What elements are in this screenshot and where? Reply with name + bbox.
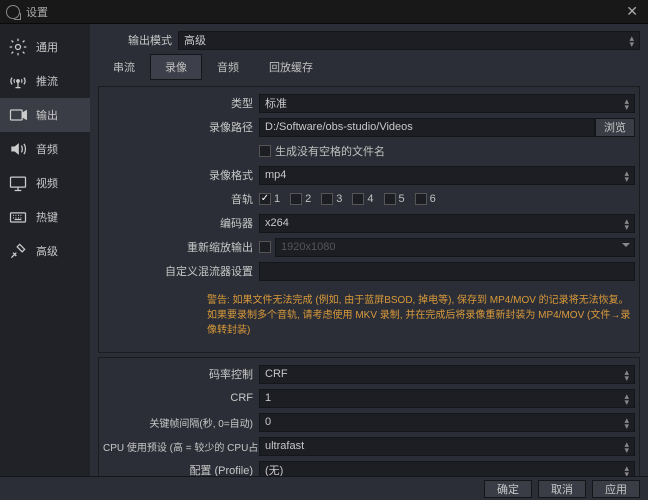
sidebar-label: 通用 bbox=[36, 39, 58, 55]
format-label: 录像格式 bbox=[103, 167, 259, 183]
browse-button[interactable]: 浏览 bbox=[595, 118, 635, 137]
sidebar-item-general[interactable]: 通用 bbox=[0, 30, 90, 64]
updown-icon: ▴▾ bbox=[624, 369, 629, 381]
updown-icon: ▴▾ bbox=[624, 441, 629, 453]
track-4-checkbox[interactable] bbox=[352, 193, 364, 205]
profile-select[interactable]: (无)▴▾ bbox=[259, 461, 635, 477]
sidebar-label: 输出 bbox=[36, 107, 58, 123]
main-panel: 输出模式 高级▴▾ 串流 录像 音频 回放缓存 类型 标准▴▾ 录像路径 D:/… bbox=[90, 24, 648, 476]
rescale-checkbox[interactable] bbox=[259, 241, 271, 253]
tab-replay[interactable]: 回放缓存 bbox=[254, 54, 328, 80]
sidebar-item-stream[interactable]: 推流 bbox=[0, 64, 90, 98]
track-1-checkbox[interactable] bbox=[259, 193, 271, 205]
path-label: 录像路径 bbox=[103, 119, 259, 135]
updown-icon: ▴▾ bbox=[624, 417, 629, 429]
preset-select[interactable]: ultrafast▴▾ bbox=[259, 437, 635, 456]
titlebar: 设置 ✕ bbox=[0, 0, 648, 24]
type-label: 类型 bbox=[103, 95, 259, 111]
keyframe-label: 关键帧间隔(秒, 0=自动) bbox=[103, 415, 259, 430]
sidebar: 通用 推流 输出 音频 视频 热键 高级 bbox=[0, 24, 90, 476]
encoder-group: 码率控制 CRF▴▾ CRF 1▴▾ 关键帧间隔(秒, 0=自动) 0▴▾ CP… bbox=[98, 357, 640, 476]
sidebar-item-video[interactable]: 视频 bbox=[0, 166, 90, 200]
sidebar-label: 音频 bbox=[36, 141, 58, 157]
gear-icon bbox=[8, 37, 28, 57]
keyframe-input[interactable]: 0▴▾ bbox=[259, 413, 635, 432]
track-5-checkbox[interactable] bbox=[384, 193, 396, 205]
ok-button[interactable]: 确定 bbox=[484, 480, 532, 498]
track-6-checkbox[interactable] bbox=[415, 193, 427, 205]
nospace-checkbox[interactable] bbox=[259, 145, 271, 157]
nospace-label: 生成没有空格的文件名 bbox=[275, 143, 385, 159]
sidebar-label: 高级 bbox=[36, 243, 58, 259]
sidebar-label: 视频 bbox=[36, 175, 58, 191]
profile-label: 配置 (Profile) bbox=[103, 462, 259, 476]
type-select[interactable]: 标准▴▾ bbox=[259, 94, 635, 113]
close-icon[interactable]: ✕ bbox=[622, 3, 642, 20]
updown-icon: ▴▾ bbox=[629, 35, 634, 47]
tracks-label: 音轨 bbox=[103, 191, 259, 207]
antenna-icon bbox=[8, 71, 28, 91]
record-group: 类型 标准▴▾ 录像路径 D:/Software/obs-studio/Vide… bbox=[98, 86, 640, 353]
window-title: 设置 bbox=[26, 4, 622, 20]
rescale-label: 重新缩放输出 bbox=[103, 239, 259, 255]
encoder-select[interactable]: x264▴▾ bbox=[259, 214, 635, 233]
cancel-button[interactable]: 取消 bbox=[538, 480, 586, 498]
chevron-down-icon bbox=[622, 243, 630, 247]
tab-audio[interactable]: 音频 bbox=[202, 54, 254, 80]
keyboard-icon bbox=[8, 207, 28, 227]
output-icon bbox=[8, 105, 28, 125]
app-icon bbox=[6, 5, 20, 19]
rescale-select[interactable]: 1920x1080 bbox=[275, 238, 635, 257]
sidebar-item-output[interactable]: 输出 bbox=[0, 98, 90, 132]
track-3-checkbox[interactable] bbox=[321, 193, 333, 205]
sidebar-label: 热键 bbox=[36, 209, 58, 225]
rate-label: 码率控制 bbox=[103, 366, 259, 382]
updown-icon: ▴▾ bbox=[624, 170, 629, 182]
apply-button[interactable]: 应用 bbox=[592, 480, 640, 498]
warning-text: 警告: 如果文件无法完成 (例如, 由于蓝屏BSOD, 掉电等), 保存到 MP… bbox=[203, 285, 635, 346]
path-input[interactable]: D:/Software/obs-studio/Videos bbox=[259, 118, 595, 137]
preset-label: CPU 使用预设 (高 = 较少的 CPU占用) bbox=[103, 439, 259, 454]
encoder-label: 编码器 bbox=[103, 215, 259, 231]
output-tabs: 串流 录像 音频 回放缓存 bbox=[98, 54, 640, 80]
output-mode-label: 输出模式 bbox=[98, 32, 178, 48]
output-mode-select[interactable]: 高级▴▾ bbox=[178, 31, 640, 50]
crf-input[interactable]: 1▴▾ bbox=[259, 389, 635, 408]
crf-label: CRF bbox=[103, 392, 259, 404]
rate-select[interactable]: CRF▴▾ bbox=[259, 365, 635, 384]
updown-icon: ▴▾ bbox=[624, 98, 629, 110]
sidebar-item-advanced[interactable]: 高级 bbox=[0, 234, 90, 268]
muxer-label: 自定义混流器设置 bbox=[103, 263, 259, 279]
muxer-input[interactable] bbox=[259, 262, 635, 281]
speaker-icon bbox=[8, 139, 28, 159]
footer: 确定 取消 应用 bbox=[0, 476, 648, 500]
tab-stream[interactable]: 串流 bbox=[98, 54, 150, 80]
updown-icon: ▴▾ bbox=[624, 218, 629, 230]
format-select[interactable]: mp4▴▾ bbox=[259, 166, 635, 185]
monitor-icon bbox=[8, 173, 28, 193]
sidebar-item-hotkeys[interactable]: 热键 bbox=[0, 200, 90, 234]
track-2-checkbox[interactable] bbox=[290, 193, 302, 205]
sidebar-label: 推流 bbox=[36, 73, 58, 89]
tools-icon bbox=[8, 241, 28, 261]
tab-record[interactable]: 录像 bbox=[150, 54, 202, 80]
sidebar-item-audio[interactable]: 音频 bbox=[0, 132, 90, 166]
updown-icon: ▴▾ bbox=[624, 393, 629, 405]
updown-icon: ▴▾ bbox=[624, 465, 629, 477]
